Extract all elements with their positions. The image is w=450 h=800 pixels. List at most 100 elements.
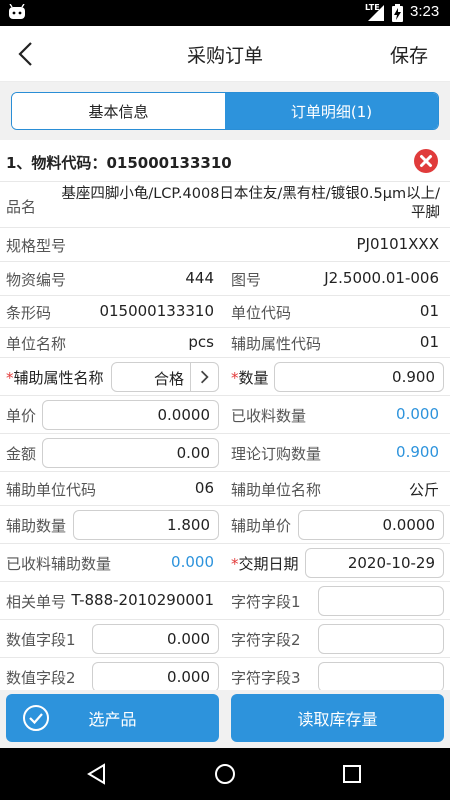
unit-name-label: 单位名称 [6, 335, 67, 353]
delivery-date-input[interactable]: 2020-10-29 [305, 548, 444, 578]
product-name-value: 基座四脚小龟/LCP.4008日本住友/黑有柱/镀银0.5μm以上/平脚 [61, 186, 440, 221]
aux-attr-name-label: 辅助属性名称 [13, 369, 104, 387]
material-code-label: 1、物料代码： [6, 154, 107, 172]
drawing-no-value: J2.5000.01-006 [324, 269, 439, 287]
tabs-container: 基本信息 订单明细(1) [0, 82, 450, 140]
char-field2-input[interactable] [318, 624, 444, 654]
read-stock-label: 读取库存量 [297, 710, 378, 729]
delete-item-button[interactable] [414, 149, 438, 173]
related-no-row: 相关单号 T-888-2010290001 字符字段1 [0, 582, 450, 620]
nav-recents-icon[interactable] [342, 764, 362, 784]
material-code-value: 015000133310 [106, 154, 232, 172]
nav-home-icon[interactable] [214, 763, 236, 785]
system-nav-bar [0, 748, 450, 800]
clock: 3:23 [410, 3, 440, 20]
check-circle-icon [23, 705, 49, 731]
received-aux-qty-label: 已收料辅助数量 [6, 555, 112, 573]
aux-qty-input[interactable]: 1.800 [73, 510, 219, 540]
delivery-row: 已收料辅助数量 0.000 *交期日期 2020-10-29 [0, 544, 450, 582]
material-no-row: 物资编号 444 图号 J2.5000.01-006 [0, 262, 450, 296]
received-qty-label: 已收料数量 [231, 407, 307, 425]
read-stock-button[interactable]: 读取库存量 [231, 694, 444, 742]
quantity-input[interactable]: 0.900 [274, 362, 444, 392]
barcode-label: 条形码 [6, 304, 52, 322]
chevron-right-icon [190, 363, 209, 391]
aux-attr-name-select[interactable]: 合格 [111, 362, 219, 392]
spec-value: PJ0101XXX [356, 235, 439, 253]
aux-unit-name-value: 公斤 [408, 481, 439, 499]
char-field1-label: 字符字段1 [231, 593, 301, 611]
spec-label: 规格型号 [6, 237, 67, 255]
required-mark: * [231, 555, 239, 573]
aux-price-label: 辅助单价 [231, 517, 292, 535]
unit-code-label: 单位代码 [231, 304, 292, 322]
product-name-label: 品名 [6, 198, 37, 216]
num-field1-row: 数值字段1 0.000 字符字段2 [0, 620, 450, 658]
price-input[interactable]: 0.0000 [42, 400, 219, 430]
aux-attr-name-row: *辅助属性名称 合格 *数量 0.900 [0, 358, 450, 396]
battery-icon [392, 4, 403, 22]
segmented-tabs: 基本信息 订单明细(1) [11, 92, 439, 130]
select-product-button[interactable]: 选产品 [6, 694, 219, 742]
theory-qty-label: 理论订购数量 [231, 445, 322, 463]
aux-unit-code-label: 辅助单位代码 [6, 481, 97, 499]
drawing-no-label: 图号 [231, 271, 262, 289]
num-field2-label: 数值字段2 [6, 669, 76, 687]
amount-row: 金额 0.00 理论订购数量 0.900 [0, 434, 450, 472]
related-no-label: 相关单号 [6, 593, 67, 611]
tab-basic-info[interactable]: 基本信息 [12, 93, 225, 129]
aux-attr-name-value: 合格 [153, 370, 184, 388]
aux-unit-code-value: 06 [194, 479, 214, 497]
status-bar: LTE 3:23 [0, 0, 450, 26]
unit-name-row: 单位名称 pcs 辅助属性代码 01 [0, 328, 450, 358]
app-bar: 采购订单 保存 [0, 26, 450, 82]
char-field3-input[interactable] [318, 662, 444, 690]
material-code-heading: 1、物料代码：015000133310 [6, 152, 232, 173]
save-button[interactable]: 保存 [390, 41, 428, 68]
num-field1-label: 数值字段1 [6, 631, 76, 649]
material-no-label: 物资编号 [6, 271, 67, 289]
aux-attr-code-label: 辅助属性代码 [231, 335, 322, 353]
spec-row: 规格型号 PJ0101XXX [0, 228, 450, 262]
nav-back-icon[interactable] [86, 763, 108, 785]
barcode-value: 015000133310 [99, 302, 214, 320]
product-name-row: 品名 基座四脚小龟/LCP.4008日本住友/黑有柱/镀银0.5μm以上/平脚 [0, 182, 450, 228]
quantity-label-wrap: *数量 [231, 367, 269, 388]
aux-attr-code-value: 01 [419, 333, 439, 351]
tab-order-details[interactable]: 订单明细(1) [225, 93, 438, 129]
quantity-label: 数量 [238, 369, 269, 387]
num-field2-row: 数值字段2 0.000 字符字段3 [0, 658, 450, 690]
network-type: LTE [365, 3, 380, 12]
aux-qty-row: 辅助数量 1.800 辅助单价 0.0000 [0, 506, 450, 544]
required-mark: * [231, 369, 239, 387]
aux-unit-name-label: 辅助单位名称 [231, 481, 322, 499]
android-icon [9, 4, 25, 19]
barcode-row: 条形码 015000133310 单位代码 01 [0, 296, 450, 328]
unit-code-value: 01 [419, 302, 439, 320]
delivery-date-label: 交期日期 [238, 555, 299, 573]
aux-price-input[interactable]: 0.0000 [298, 510, 444, 540]
char-field3-label: 字符字段3 [231, 669, 301, 687]
price-label: 单价 [6, 407, 37, 425]
unit-name-value: pcs [188, 333, 214, 351]
required-mark: * [6, 369, 14, 387]
page-title: 采购订单 [186, 45, 263, 67]
close-icon [420, 155, 432, 167]
aux-attr-name-label-wrap: *辅助属性名称 [6, 367, 104, 388]
received-qty-value: 0.000 [396, 405, 439, 423]
received-aux-qty-value: 0.000 [171, 553, 214, 571]
related-no-value: T-888-2010290001 [71, 591, 214, 609]
amount-input[interactable]: 0.00 [42, 438, 219, 468]
theory-qty-value: 0.900 [396, 443, 439, 461]
order-detail-form: 1、物料代码：015000133310 品名 基座四脚小龟/LCP.4008日本… [0, 140, 450, 690]
aux-unit-row: 辅助单位代码 06 辅助单位名称 公斤 [0, 472, 450, 506]
aux-qty-label: 辅助数量 [6, 517, 67, 535]
select-product-label: 选产品 [88, 710, 137, 729]
char-field1-input[interactable] [318, 586, 444, 616]
num-field1-input[interactable]: 0.000 [92, 624, 219, 654]
char-field2-label: 字符字段2 [231, 631, 301, 649]
item-header: 1、物料代码：015000133310 [0, 140, 450, 182]
num-field2-input[interactable]: 0.000 [92, 662, 219, 690]
price-row: 单价 0.0000 已收料数量 0.000 [0, 396, 450, 434]
delivery-date-label-wrap: *交期日期 [231, 553, 299, 574]
